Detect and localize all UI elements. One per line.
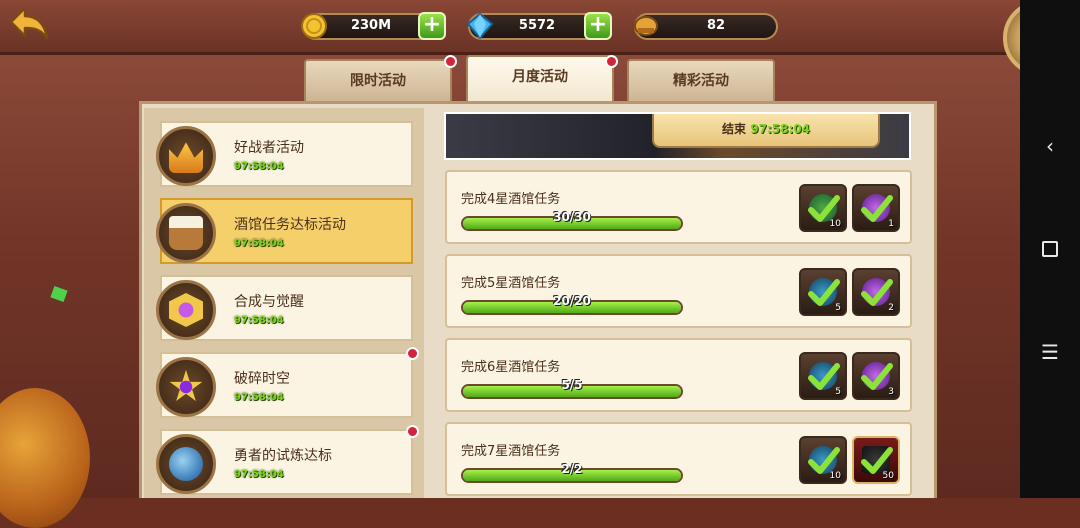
notification-dot: [406, 425, 419, 438]
reward-slot[interactable]: 10: [799, 184, 847, 232]
reward-count: 3: [888, 387, 894, 397]
task-row: 完成5星酒馆任务 20/20 5 2: [445, 254, 912, 328]
notification-dot: [605, 55, 618, 68]
gold-counter: 230M +: [301, 12, 446, 40]
key-amount: 82: [706, 18, 726, 33]
task-name: 完成5星酒馆任务: [461, 276, 561, 291]
reward-count: 2: [888, 303, 894, 313]
add-gems-button[interactable]: +: [584, 12, 612, 40]
task-name: 完成4星酒馆任务: [461, 192, 561, 207]
event-item-warrior[interactable]: 好战者活动 97:58:04: [156, 121, 413, 187]
reward-slot[interactable]: 50: [852, 436, 900, 484]
tab-label: 限时活动: [350, 73, 406, 89]
gold-amount: 230M: [350, 18, 392, 33]
back-arrow-icon: [9, 6, 49, 40]
event-banner: 结束 97:58:04: [444, 112, 911, 160]
reward-count: 50: [882, 471, 894, 481]
gem-counter: 5572 +: [466, 12, 612, 40]
end-label: 结束: [722, 122, 747, 136]
event-name: 合成与觉醒: [234, 294, 304, 310]
crown-icon: [156, 126, 216, 186]
event-name: 好战者活动: [234, 140, 304, 156]
nav-menu-icon[interactable]: ☰: [1020, 332, 1080, 372]
reward-count: 5: [835, 387, 841, 397]
reward-slot[interactable]: 5: [799, 352, 847, 400]
tab-featured-events[interactable]: 精彩活动: [627, 59, 775, 101]
key-counter: 82: [634, 13, 778, 40]
hexagon-star-icon: [156, 280, 216, 340]
event-name: 酒馆任务达标活动: [234, 217, 346, 233]
task-progress-text: 5/5: [561, 378, 583, 392]
gem-amount: 5572: [518, 18, 556, 33]
tab-label: 月度活动: [512, 69, 568, 85]
reward-count: 10: [829, 219, 841, 229]
event-timer: 97:58:04: [234, 161, 284, 172]
reward-slot[interactable]: 5: [799, 268, 847, 316]
gold-coin-icon: [301, 13, 327, 39]
task-progress-text: 30/30: [553, 210, 591, 224]
event-item-shattered-space[interactable]: 破碎时空 97:58:04: [156, 352, 413, 418]
event-timer: 97:58:04: [234, 238, 284, 249]
reward-slot[interactable]: 10: [799, 436, 847, 484]
reward-count: 10: [829, 471, 841, 481]
blue-gem-icon: [466, 12, 494, 40]
reward-count: 1: [888, 219, 894, 229]
tab-label: 精彩活动: [673, 73, 729, 89]
task-progress-text: 2/2: [561, 462, 583, 476]
notification-dot: [406, 347, 419, 360]
event-timer: 97:58:04: [234, 469, 284, 480]
notification-dot: [444, 55, 457, 68]
reward-count: 5: [835, 303, 841, 313]
event-end-plate: 结束 97:58:04: [652, 114, 880, 148]
event-item-tavern[interactable]: 酒馆任务达标活动 97:58:04: [156, 198, 413, 264]
event-timer: 97:58:04: [234, 392, 284, 403]
task-row: 完成4星酒馆任务 30/30 10 1: [445, 170, 912, 244]
tab-monthly-events[interactable]: 月度活动: [466, 55, 614, 103]
star-burst-icon: [156, 357, 216, 417]
task-row: 完成6星酒馆任务 5/5 5 3: [445, 338, 912, 412]
back-button[interactable]: [8, 4, 52, 44]
task-progress-text: 20/20: [553, 294, 591, 308]
task-name: 完成6星酒馆任务: [461, 360, 561, 375]
task-name: 完成7星酒馆任务: [461, 444, 561, 459]
reward-slot[interactable]: 3: [852, 352, 900, 400]
nav-back-icon[interactable]: ‹: [1020, 126, 1080, 166]
task-row: 完成7星酒馆任务 2/2 10 50: [445, 422, 912, 496]
event-item-fusion[interactable]: 合成与觉醒 97:58:04: [156, 275, 413, 341]
event-name: 破碎时空: [234, 371, 290, 387]
reward-slot[interactable]: 1: [852, 184, 900, 232]
event-timer: 97:58:04: [234, 315, 284, 326]
end-time: 97:58:04: [750, 122, 810, 136]
system-nav-bar: ‹ ☰: [1020, 0, 1080, 498]
add-gold-button[interactable]: +: [418, 12, 446, 40]
tab-limited-events[interactable]: 限时活动: [304, 59, 452, 101]
beer-mug-icon: [156, 203, 216, 263]
reward-slot[interactable]: 2: [852, 268, 900, 316]
helmet-key-icon: [634, 16, 658, 36]
shark-icon: [156, 434, 216, 494]
event-item-hero-trial[interactable]: 勇者的试炼达标 97:58:04: [156, 429, 413, 495]
event-name: 勇者的试炼达标: [234, 448, 332, 464]
nav-home-icon[interactable]: [1020, 229, 1080, 269]
